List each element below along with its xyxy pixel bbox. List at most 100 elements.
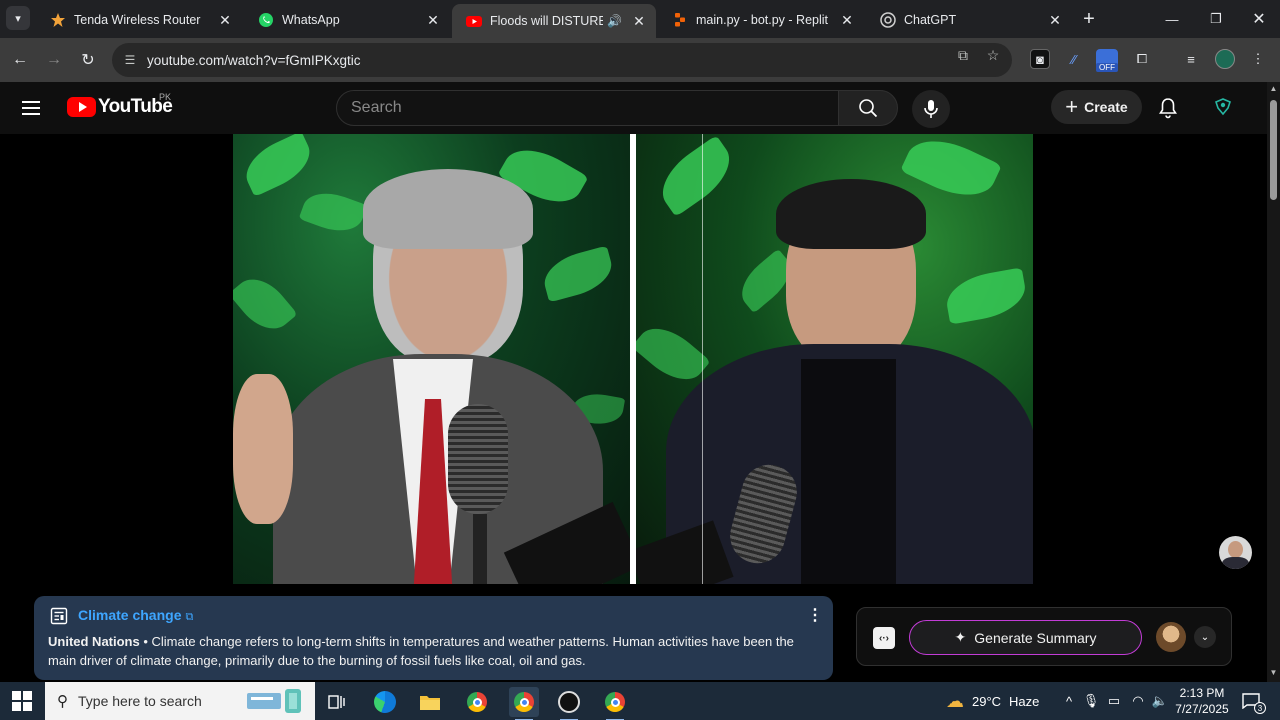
extension-translate-icon[interactable]: ∕∕ — [1064, 49, 1084, 69]
back-button[interactable]: ← — [8, 48, 32, 72]
minimize-button[interactable]: — — [1150, 0, 1194, 38]
tab-youtube-active[interactable]: Floods will DISTURB Pak 🔊 ✕ — [452, 4, 656, 38]
address-bar[interactable]: ☰ youtube.com/watch?v=fGmIPKxgtic — [112, 43, 1012, 77]
chevron-down-icon[interactable]: ⌄ — [1194, 626, 1216, 648]
summary-extension-logo: ‹·› — [873, 627, 895, 649]
scroll-down-arrow-icon[interactable]: ▼ — [1269, 668, 1278, 677]
more-options-icon[interactable]: ⋮ — [807, 608, 823, 624]
notification-count-badge: 3 — [1254, 702, 1266, 714]
external-link-icon: ⧉ — [185, 611, 194, 623]
search-icon: ⚲ — [57, 693, 68, 710]
video-player[interactable] — [233, 134, 1033, 584]
obs-studio-icon[interactable] — [554, 687, 584, 720]
info-description: Climate change refers to long-term shift… — [48, 634, 794, 668]
weather-widget[interactable]: ☁ 29°C Haze — [946, 682, 1039, 720]
video-frame-right-speaker — [636, 134, 1033, 584]
account-avatar[interactable] — [1210, 94, 1236, 120]
search-button[interactable] — [838, 90, 898, 126]
microphone-tray-icon[interactable]: 🎙 — [1082, 682, 1100, 720]
tab-tenda[interactable]: Tenda Wireless Router ✕ — [36, 6, 242, 34]
plus-icon: + — [1065, 94, 1079, 119]
create-label: Create — [1084, 99, 1128, 115]
chrome-icon[interactable] — [462, 687, 492, 717]
generate-summary-label: Generate Summary — [974, 629, 1097, 646]
show-hidden-icons-chevron-icon[interactable]: ^ — [1060, 682, 1078, 720]
clock-time: 2:13 PM — [1179, 686, 1225, 700]
youtube-icon — [466, 13, 482, 29]
summary-avatar[interactable] — [1156, 622, 1186, 652]
maximize-button[interactable]: ❐ — [1194, 0, 1238, 38]
search-input[interactable]: Search — [336, 90, 839, 126]
task-view-icon[interactable] — [322, 687, 352, 717]
close-tab-icon[interactable]: ✕ — [630, 12, 648, 30]
tab-whatsapp[interactable]: WhatsApp ✕ — [244, 6, 450, 34]
windows-taskbar: ⚲ Type here to search ☁ 29°C Haze ^ 🎙 ▭ … — [0, 682, 1280, 720]
chrome-profile-icon[interactable] — [509, 687, 539, 720]
voice-search-button[interactable] — [912, 90, 950, 128]
chatgpt-icon — [880, 12, 896, 28]
close-tab-icon[interactable]: ✕ — [216, 11, 234, 29]
floating-avatar[interactable] — [1219, 536, 1252, 569]
close-tab-icon[interactable]: ✕ — [424, 11, 442, 29]
information-panel: Climate change ⧉ ⋮ United Nations • Clima… — [34, 596, 833, 680]
edge-browser-icon[interactable] — [370, 687, 400, 717]
taskbar-search-box[interactable]: ⚲ Type here to search — [45, 682, 315, 720]
notifications-bell-icon[interactable] — [1156, 96, 1180, 120]
battery-icon[interactable]: ▭ — [1104, 682, 1124, 720]
extension-status-badge: OFF — [1096, 63, 1118, 72]
bookmark-star-icon[interactable]: ☆ — [984, 46, 1002, 64]
summary-widget: ‹·› ✦ Generate Summary ⌄ — [856, 607, 1232, 666]
youtube-header: YouTube PK Search + Create — [0, 82, 1267, 134]
forward-button[interactable]: → — [42, 48, 66, 72]
article-icon — [50, 607, 68, 625]
topic-link-label: Climate change — [78, 607, 182, 623]
generate-summary-button[interactable]: ✦ Generate Summary — [909, 620, 1142, 655]
youtube-play-icon — [67, 97, 96, 117]
scroll-up-arrow-icon[interactable]: ▲ — [1269, 84, 1278, 93]
speaker-volume-icon[interactable]: 🔈 — [1150, 682, 1170, 720]
weather-temperature: 29°C — [972, 693, 1002, 709]
page-scrollbar[interactable]: ▲ ▼ — [1267, 82, 1280, 682]
menu-hamburger-icon[interactable] — [22, 96, 46, 120]
media-controls-icon[interactable]: ≡ — [1181, 49, 1201, 69]
tab-title: Floods will DISTURB Pak — [490, 14, 604, 28]
notification-center-icon[interactable]: 3 — [1240, 691, 1266, 714]
close-tab-icon[interactable]: ✕ — [838, 11, 856, 29]
install-app-icon[interactable]: ⧉ — [954, 46, 972, 64]
tab-replit[interactable]: main.py - bot.py - Replit ✕ — [658, 6, 864, 34]
extension-toggle-icon[interactable]: OFF — [1096, 49, 1118, 72]
tab-search-menu-icon[interactable]: ▾ — [6, 6, 30, 30]
info-panel-header: Climate change ⧉ — [50, 607, 193, 625]
windows-start-icon[interactable] — [12, 691, 32, 711]
create-button[interactable]: + Create — [1051, 90, 1142, 124]
site-info-icon[interactable]: ☰ — [120, 53, 140, 67]
browser-menu-icon[interactable]: ⋮ — [1248, 49, 1268, 69]
topic-link[interactable]: Climate change ⧉ — [78, 607, 193, 625]
search-highlight-icon — [245, 687, 305, 715]
reload-button[interactable]: ↻ — [76, 48, 100, 72]
haze-icon: ☁ — [946, 690, 964, 711]
replit-icon — [672, 12, 688, 28]
wifi-icon[interactable]: ◠ — [1128, 682, 1148, 720]
microphone-icon — [924, 100, 938, 118]
system-clock[interactable]: 2:13 PM 7/27/2025 — [1170, 685, 1234, 717]
new-tab-button[interactable]: + — [1078, 8, 1100, 30]
chrome-profile-u-icon[interactable] — [600, 687, 630, 720]
extensions-puzzle-icon[interactable]: ⧠ — [1132, 49, 1152, 69]
info-source: United Nations — [48, 634, 140, 649]
clock-date: 7/27/2025 — [1175, 702, 1229, 716]
tab-title: WhatsApp — [282, 13, 340, 27]
extension-camera-icon[interactable]: ◙ — [1030, 49, 1050, 69]
profile-avatar[interactable] — [1215, 49, 1235, 69]
file-explorer-icon[interactable] — [415, 687, 445, 717]
close-tab-icon[interactable]: ✕ — [1046, 11, 1064, 29]
youtube-logo[interactable]: YouTube PK — [67, 92, 173, 118]
close-window-button[interactable]: ✕ — [1237, 0, 1280, 38]
tab-chatgpt[interactable]: ChatGPT ✕ — [866, 6, 1072, 34]
audio-playing-icon[interactable]: 🔊 — [607, 14, 622, 28]
scrollbar-thumb[interactable] — [1270, 100, 1277, 200]
whatsapp-icon — [258, 12, 274, 28]
search-placeholder: Search — [351, 99, 402, 116]
country-code: PK — [159, 92, 172, 102]
tab-title: Tenda Wireless Router — [74, 13, 201, 27]
